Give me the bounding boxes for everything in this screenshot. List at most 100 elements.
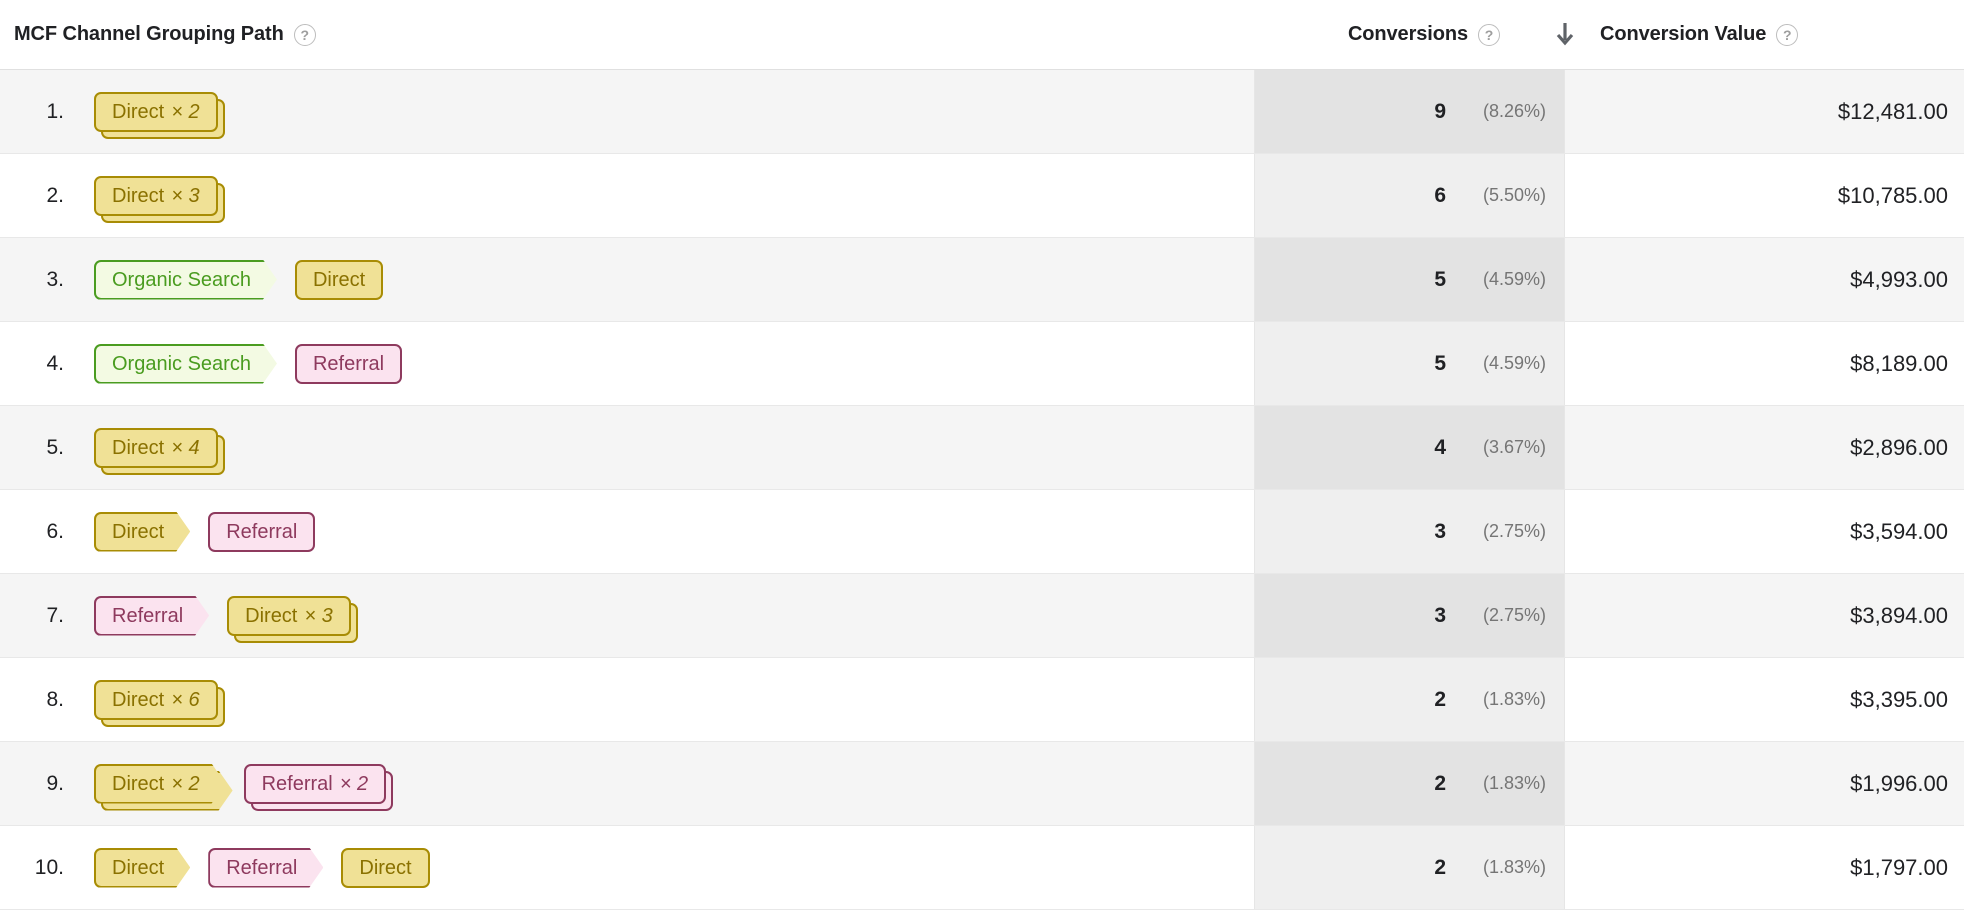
table-header: MCF Channel Grouping Path ? Conversions … [0, 0, 1964, 70]
row-index: 9. [46, 771, 64, 795]
conversions-count: 4 [1434, 435, 1446, 459]
path-step[interactable]: Direct × 2 [94, 91, 225, 139]
channel-path: Direct × 2 [94, 91, 225, 139]
conversions-percent: (4.59%) [1482, 269, 1546, 289]
table-row[interactable]: 4. Organic Search Referral 5 (4.59%) $8,189.0… [0, 322, 1964, 406]
channel-chip[interactable]: Direct × 3 [94, 175, 218, 216]
channel-chip[interactable]: Referral [208, 511, 316, 552]
conversions-cell: 2 (1.83%) [1254, 658, 1564, 741]
path-cell: Direct × 6 [76, 658, 1254, 741]
table-row[interactable]: 1. Direct × 2 9 (8.26%) $12,481.00 [0, 70, 1964, 154]
help-icon[interactable]: ? [1776, 23, 1799, 46]
conversions-percent: (8.26%) [1482, 101, 1546, 121]
channel-chip-label: Direct [312, 268, 366, 291]
path-step[interactable]: Direct [94, 848, 190, 888]
channel-chip-multiplier: × 2 [339, 772, 369, 795]
conversion-value-cell: $4,993.00 [1564, 238, 1964, 321]
conversion-value-cell: $3,594.00 [1564, 490, 1964, 573]
column-header-conversion-value[interactable]: Conversion Value ? [1600, 0, 1799, 69]
channel-chip[interactable]: Referral × 2 [243, 763, 387, 804]
channel-chip[interactable]: Organic Search [94, 260, 277, 300]
path-step[interactable]: Referral [208, 511, 316, 552]
channel-chip-label: Referral [226, 856, 298, 879]
channel-chip-label: Direct [112, 856, 165, 879]
column-header-conversions-label: Conversions [1347, 23, 1468, 45]
column-header-path[interactable]: MCF Channel Grouping Path ? [14, 0, 316, 69]
row-index: 2. [46, 183, 64, 207]
channel-chip[interactable]: Referral [94, 596, 209, 636]
channel-chip-label: Referral [112, 604, 184, 627]
channel-chip[interactable]: Direct [94, 848, 190, 888]
path-cell: Direct × 2 Referral × 2 [76, 742, 1254, 825]
conversions-count: 2 [1434, 855, 1446, 879]
channel-path: Organic Search Direct [94, 259, 384, 300]
channel-chip[interactable]: Referral [208, 848, 323, 888]
row-index: 5. [46, 435, 64, 459]
conversions-count: 2 [1434, 687, 1446, 711]
conversions-cell: 5 (4.59%) [1254, 322, 1564, 405]
channel-chip[interactable]: Referral [294, 343, 403, 384]
path-step[interactable]: Direct × 3 [94, 175, 225, 223]
conversion-value-cell: $10,785.00 [1564, 154, 1964, 237]
path-step[interactable]: Referral [94, 596, 209, 636]
channel-chip[interactable]: Direct [341, 847, 430, 888]
column-header-conversion-value-label: Conversion Value [1600, 23, 1767, 45]
help-icon[interactable]: ? [293, 23, 316, 46]
table-row[interactable]: 10. Direct Referral Direct 2 (1.83%) $1,797.00 [0, 826, 1964, 910]
path-cell: Direct × 2 [76, 70, 1254, 153]
path-step[interactable]: Direct [294, 259, 384, 300]
table-row[interactable]: 9. Direct × 2 Referral × 2 2 (1.83%) $1,996.00 [0, 742, 1964, 826]
path-step[interactable]: Organic Search [94, 260, 277, 300]
conversions-cell: 2 (1.83%) [1254, 826, 1564, 909]
path-step[interactable]: Direct [94, 512, 190, 552]
path-step[interactable]: Direct [341, 847, 430, 888]
path-step[interactable]: Direct × 4 [94, 427, 225, 475]
table-row[interactable]: 2. Direct × 3 6 (5.50%) $10,785.00 [0, 154, 1964, 238]
table-row[interactable]: 5. Direct × 4 4 (3.67%) $2,896.00 [0, 406, 1964, 490]
row-index: 6. [46, 519, 64, 543]
path-step[interactable]: Direct × 3 [227, 595, 358, 643]
conversions-percent: (4.59%) [1482, 353, 1546, 373]
channel-chip-label: Direct [112, 688, 165, 711]
conversions-percent: (3.67%) [1482, 437, 1546, 457]
channel-chip-label: Direct [245, 604, 298, 627]
row-index: 3. [46, 267, 64, 291]
channel-chip[interactable]: Direct × 3 [227, 595, 351, 636]
mcf-path-report: MCF Channel Grouping Path ? Conversions … [0, 0, 1964, 912]
sort-descending-arrow-icon[interactable] [1548, 18, 1582, 52]
channel-chip-multiplier: × 3 [304, 604, 333, 627]
channel-chip[interactable]: Direct × 2 [94, 764, 226, 804]
path-cell: Referral Direct × 3 [76, 574, 1254, 657]
channel-chip[interactable]: Direct [94, 512, 190, 552]
conversions-count: 5 [1434, 351, 1446, 375]
table-row[interactable]: 8. Direct × 6 2 (1.83%) $3,395.00 [0, 658, 1964, 742]
channel-chip[interactable]: Direct × 6 [94, 679, 218, 720]
path-step[interactable]: Referral [208, 848, 323, 888]
channel-chip[interactable]: Direct × 4 [94, 427, 218, 468]
path-step[interactable]: Referral × 2 [243, 763, 394, 811]
channel-chip-label: Referral [226, 520, 298, 543]
channel-path: Direct × 6 [94, 679, 225, 727]
conversions-cell: 5 (4.59%) [1254, 238, 1564, 321]
channel-path: Organic Search Referral [94, 343, 403, 384]
channel-chip-label: Direct [112, 520, 165, 543]
table-row[interactable]: 6. Direct Referral 3 (2.75%) $3,594.00 [0, 490, 1964, 574]
conversions-percent: (1.83%) [1482, 773, 1546, 793]
channel-chip[interactable]: Direct × 2 [94, 91, 218, 132]
channel-chip-label: Direct [112, 436, 165, 459]
channel-chip[interactable]: Direct [294, 259, 384, 300]
channel-chip[interactable]: Organic Search [94, 344, 277, 384]
column-header-conversions[interactable]: Conversions ? [1190, 0, 1500, 69]
help-icon[interactable]: ? [1478, 23, 1500, 46]
path-step[interactable]: Direct × 2 [94, 764, 226, 804]
path-step[interactable]: Organic Search [94, 344, 277, 384]
table-row[interactable]: 7. Referral Direct × 3 3 (2.75%) $3,894.00 [0, 574, 1964, 658]
path-step[interactable]: Direct × 6 [94, 679, 225, 727]
path-cell: Direct × 3 [76, 154, 1254, 237]
row-index: 4. [46, 351, 64, 375]
table-row[interactable]: 3. Organic Search Direct 5 (4.59%) $4,993.00 [0, 238, 1964, 322]
conversions-count: 3 [1434, 603, 1446, 627]
path-step[interactable]: Referral [294, 343, 403, 384]
row-index: 1. [46, 99, 64, 123]
conversions-count: 6 [1434, 183, 1446, 207]
